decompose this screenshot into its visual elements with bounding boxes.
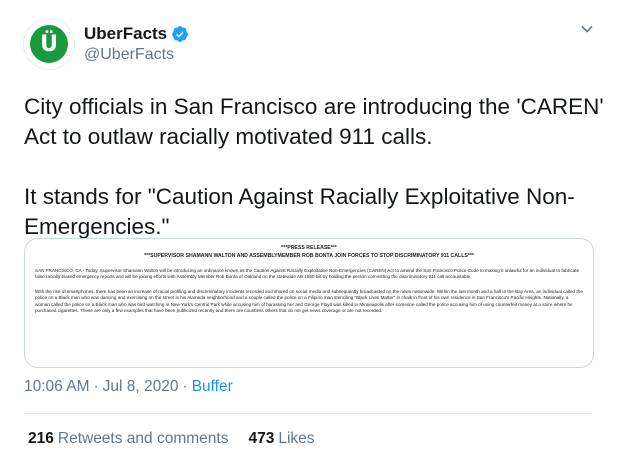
media-image[interactable]: ***PRESS RELEASE*** ***SUPERVISOR SHAMAN… [24,238,594,368]
chevron-down-icon[interactable] [580,22,594,36]
display-name[interactable]: UberFacts [84,24,167,44]
avatar-logo-icon: Ü [30,25,68,63]
retweets-stat[interactable]: 216 Retweets and comments [28,430,228,448]
document-paragraph: With the rise of smartphones, there has … [35,288,583,314]
document-title: ***PRESS RELEASE*** [281,245,337,251]
likes-stat[interactable]: 473 Likes [248,430,314,448]
avatar[interactable]: Ü [24,19,74,69]
separator-dot: · [93,378,99,395]
tweet-text: City officials in San Francisco are intr… [24,92,604,242]
document-subtitle: ***SUPERVISOR SHAMANN WALTON AND ASSEMBL… [144,253,474,259]
account-names: UberFacts @UberFacts [84,24,189,64]
handle[interactable]: @UberFacts [84,46,189,64]
likes-label: Likes [278,430,315,447]
retweets-count: 216 [28,430,54,447]
tweet-time[interactable]: 10:06 AM [24,378,90,396]
press-release-document: ***PRESS RELEASE*** ***SUPERVISOR SHAMAN… [25,239,593,320]
divider [24,413,592,414]
tweet-source-link[interactable]: Buffer [192,378,233,396]
retweets-label: Retweets and comments [57,430,229,447]
tweet-date[interactable]: Jul 8, 2020 [103,378,179,396]
document-paragraph: SAN FRANCISCO, CA - Today, Supervisor Sh… [35,268,580,280]
tweet-card: Ü UberFacts @UberFacts City officials in… [0,0,617,464]
separator-dot: · [182,378,188,395]
tweet-paragraph: It stands for "Caution Against Racially … [24,184,575,239]
tweet-timestamp: 10:06 AM · Jul 8, 2020 · Buffer [24,378,233,396]
tweet-paragraph: City officials in San Francisco are intr… [24,94,604,149]
tweet-stats: 216 Retweets and comments 473 Likes [28,430,335,448]
likes-count: 473 [248,430,275,447]
verified-badge-icon [172,26,189,42]
tweet-header: Ü UberFacts @UberFacts [24,19,189,69]
name-row: UberFacts [84,24,189,44]
